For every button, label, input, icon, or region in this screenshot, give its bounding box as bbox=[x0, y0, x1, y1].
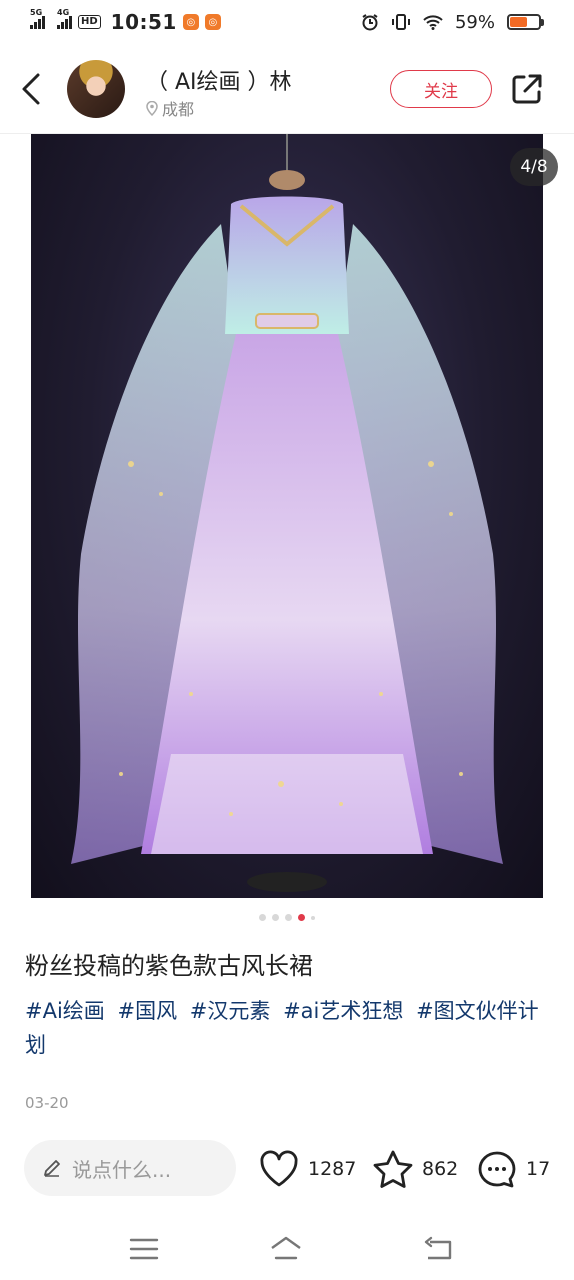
post-header: （ AI绘画 ）林 成都 关注 bbox=[0, 44, 574, 134]
carousel-indicator bbox=[0, 914, 574, 921]
back-arrow-icon[interactable] bbox=[18, 72, 48, 106]
signal-5g-icon: 5G bbox=[30, 8, 45, 29]
status-bar: 5G 4G HD 10:51 ◎ ◎ 59% bbox=[0, 0, 574, 44]
comment-count: 17 bbox=[526, 1158, 551, 1180]
comment-button[interactable]: 17 bbox=[476, 1146, 550, 1192]
battery-percent: 59% bbox=[454, 11, 495, 33]
follow-button[interactable]: 关注 bbox=[390, 70, 492, 108]
carousel-dot bbox=[285, 914, 292, 921]
dress-illustration bbox=[71, 134, 503, 892]
vibrate-icon bbox=[391, 14, 410, 30]
back-nav-icon[interactable] bbox=[422, 1234, 454, 1264]
app-notification-icon: ◎ bbox=[182, 14, 199, 30]
post-date: 03-20 bbox=[25, 1094, 69, 1112]
comment-bubble-icon bbox=[478, 1151, 516, 1188]
hashtag-link[interactable]: #国风 bbox=[117, 999, 177, 1023]
hd-voice-icon: HD bbox=[78, 15, 101, 29]
post-title: 粉丝投稿的紫色款古风长裙 bbox=[25, 952, 313, 980]
like-button[interactable]: 1287 bbox=[258, 1146, 356, 1192]
location-text: 成都 bbox=[162, 100, 195, 119]
clock: 10:51 bbox=[110, 10, 177, 34]
app-notification-icon: ◎ bbox=[204, 14, 221, 30]
hashtag-link[interactable]: #Ai绘画 bbox=[25, 999, 105, 1023]
pencil-icon bbox=[44, 1160, 60, 1177]
location-pin-icon bbox=[146, 100, 158, 116]
hashtag-link[interactable]: #ai艺术狂想 bbox=[283, 999, 403, 1023]
favorite-count: 862 bbox=[422, 1158, 459, 1180]
comment-placeholder: 说点什么... bbox=[72, 1157, 172, 1182]
battery-icon bbox=[507, 14, 544, 30]
hashtag-link[interactable]: #汉元素 bbox=[190, 999, 271, 1023]
share-icon[interactable] bbox=[510, 72, 544, 106]
author-name[interactable]: （ AI绘画 ）林 bbox=[146, 64, 292, 96]
home-icon[interactable] bbox=[270, 1234, 302, 1264]
carousel-dot-active bbox=[298, 914, 305, 921]
signal-4g-icon: 4G bbox=[57, 8, 72, 29]
carousel-dot bbox=[272, 914, 279, 921]
wifi-icon bbox=[423, 15, 443, 30]
avatar[interactable] bbox=[67, 60, 125, 118]
star-icon bbox=[373, 1150, 413, 1188]
image-counter: 4/8 bbox=[510, 148, 558, 186]
comment-input[interactable]: 说点什么... bbox=[24, 1140, 236, 1196]
system-nav-bar bbox=[0, 1218, 574, 1280]
carousel-dot bbox=[311, 915, 315, 920]
alarm-icon bbox=[362, 14, 378, 31]
carousel-dot bbox=[259, 914, 266, 921]
like-count: 1287 bbox=[308, 1158, 357, 1180]
menu-icon[interactable] bbox=[128, 1234, 160, 1264]
post-tags: #Ai绘画 #国风 #汉元素 #ai艺术狂想 #图文伙伴计划 bbox=[25, 994, 555, 1062]
heart-icon bbox=[260, 1150, 298, 1187]
post-image[interactable] bbox=[31, 134, 543, 898]
favorite-button[interactable]: 862 bbox=[372, 1146, 458, 1192]
author-location: 成都 bbox=[146, 96, 194, 120]
